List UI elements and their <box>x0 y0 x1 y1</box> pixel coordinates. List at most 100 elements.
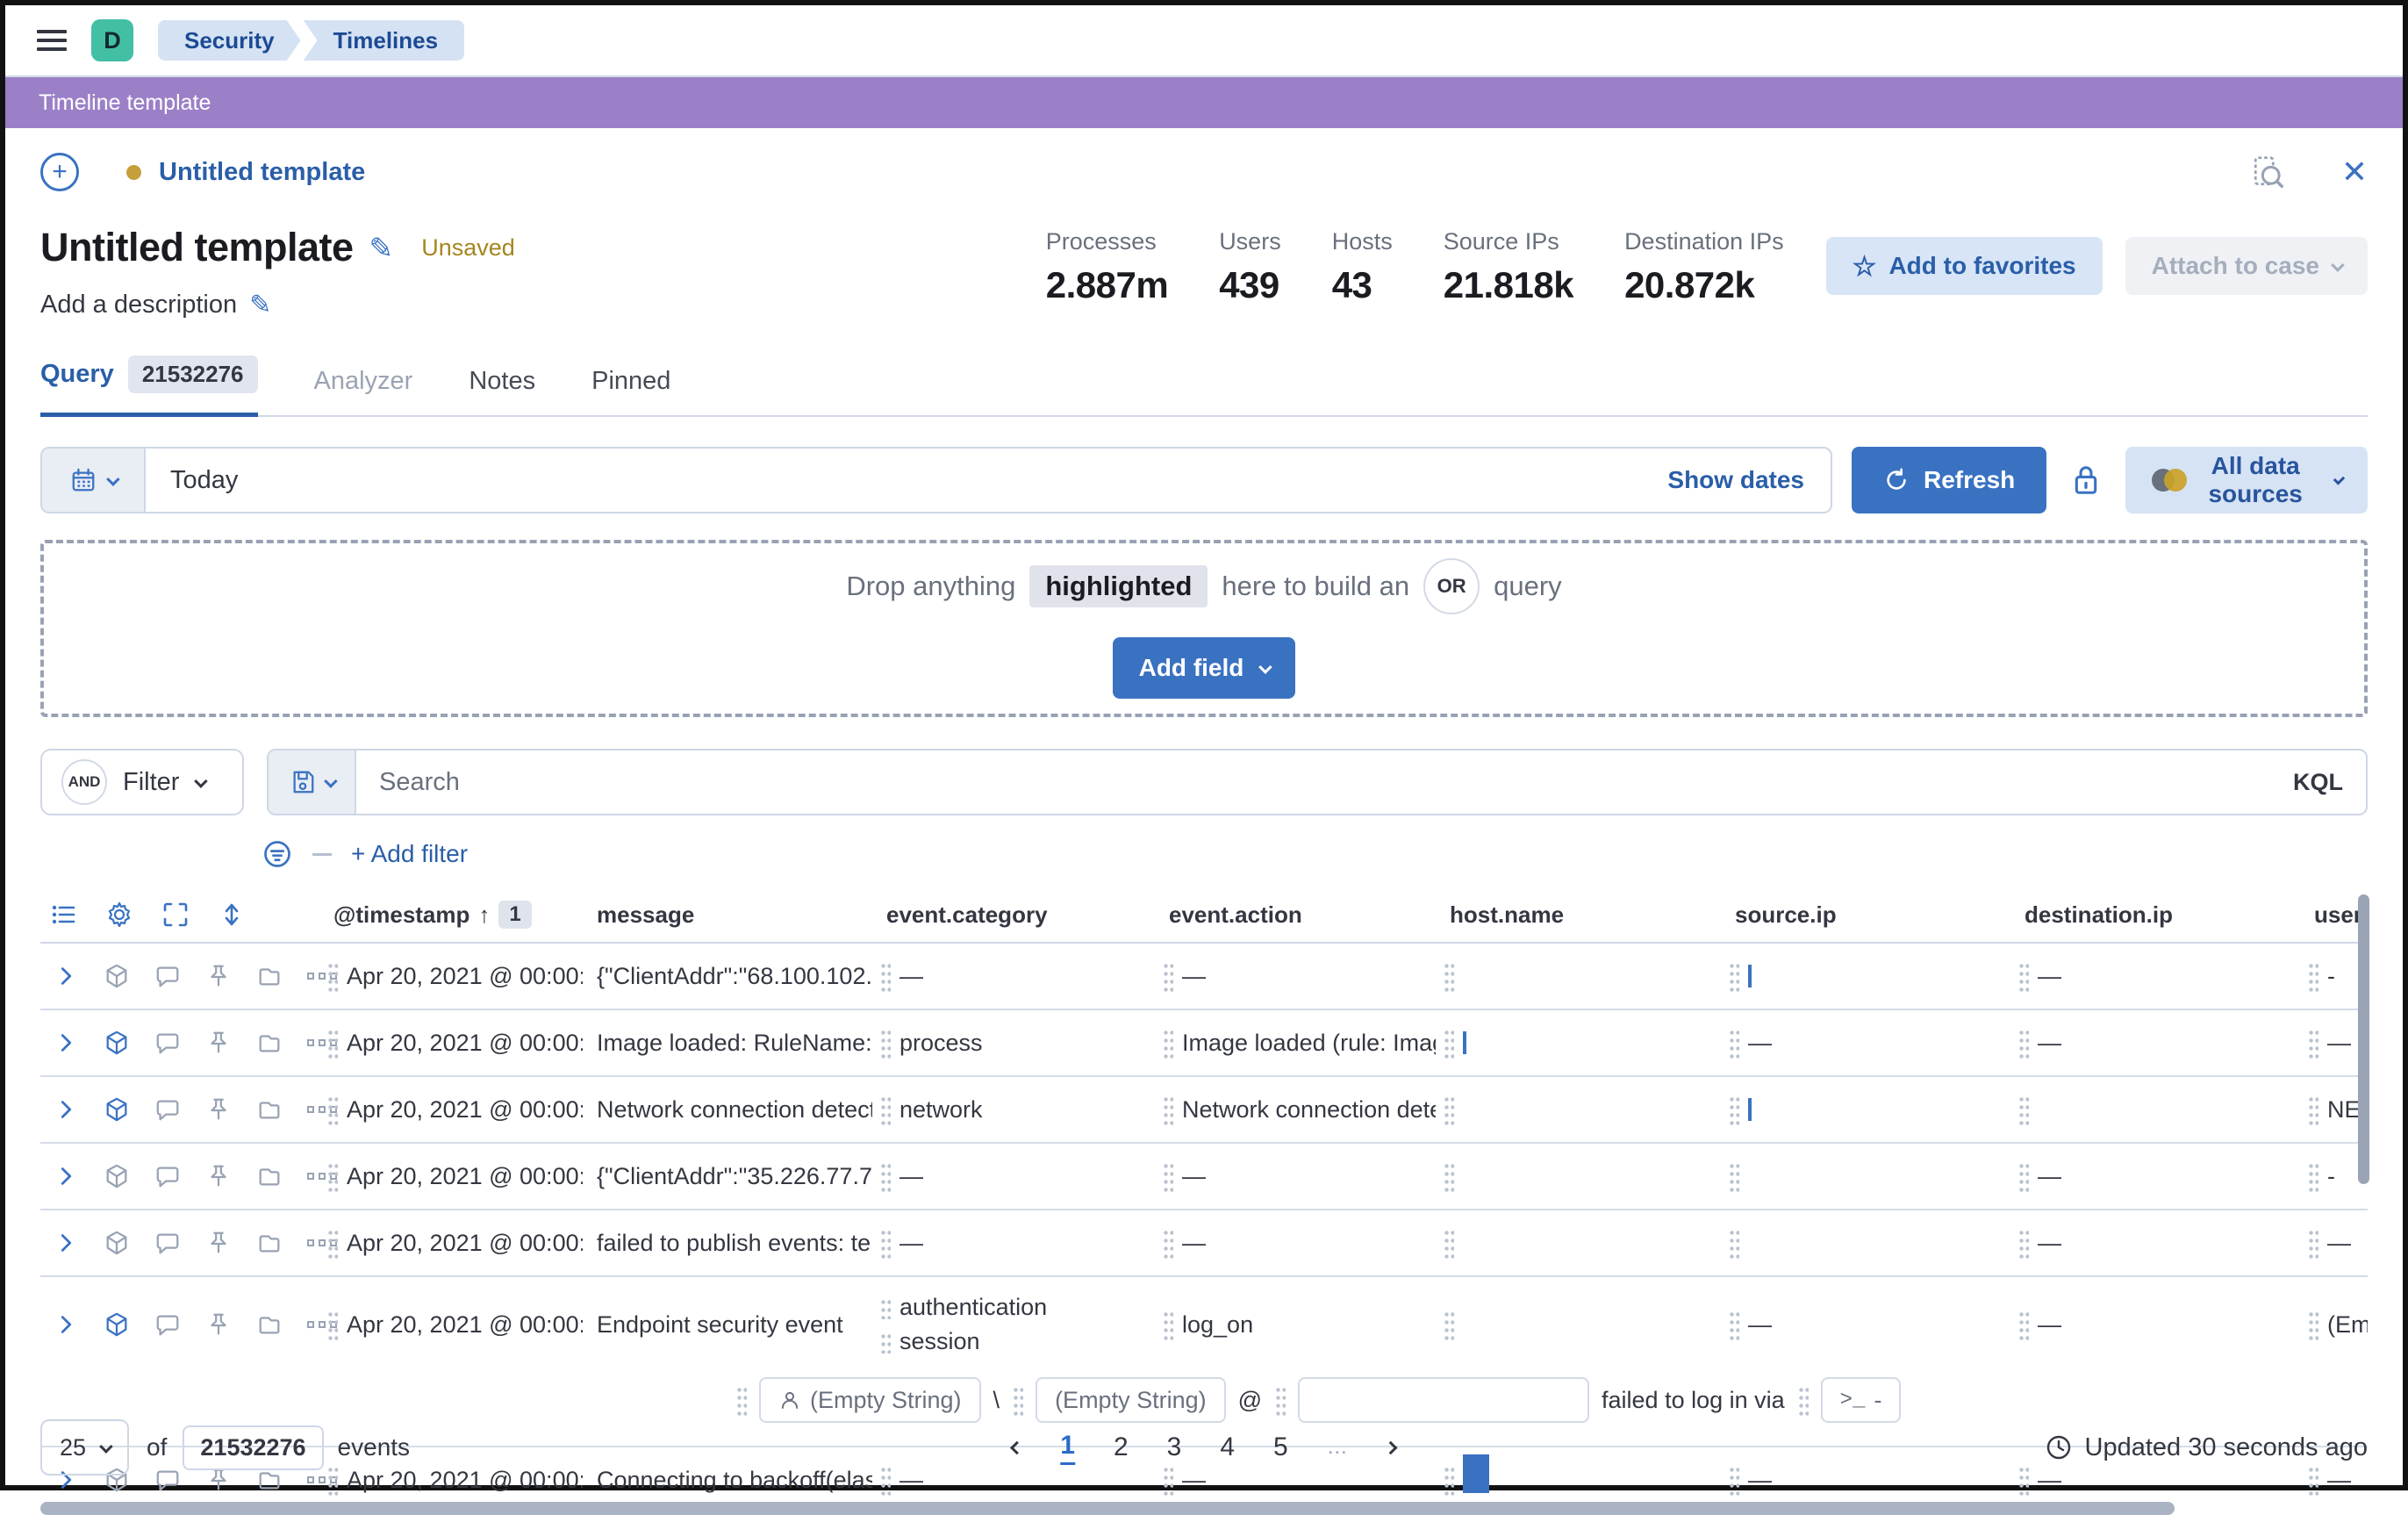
expand-row-icon[interactable] <box>53 1030 79 1056</box>
analyze-event-icon[interactable] <box>104 1230 130 1256</box>
cell-event-category[interactable]: — <box>872 1227 1155 1259</box>
cell-event-category[interactable]: network <box>872 1094 1155 1125</box>
timeline-switcher[interactable]: Untitled template <box>105 158 365 187</box>
query-drop-zone[interactable]: Drop anything highlighted here to build … <box>40 540 2368 717</box>
next-page-icon[interactable] <box>1384 1440 1398 1454</box>
cell-source-ip[interactable] <box>1721 1160 2010 1192</box>
page-2[interactable]: 2 <box>1114 1432 1129 1462</box>
tab-pinned[interactable]: Pinned <box>591 367 670 415</box>
pin-event-icon[interactable] <box>205 1030 232 1056</box>
cell-timestamp[interactable]: Apr 20, 2021 @ 00:00:00.019 <box>319 1027 583 1059</box>
notes-icon[interactable] <box>256 1230 283 1256</box>
cell-source-ip[interactable] <box>1721 960 2010 992</box>
event-renderers-icon[interactable] <box>49 901 77 929</box>
tab-analyzer[interactable]: Analyzer <box>314 367 413 415</box>
inspect-icon[interactable] <box>2250 154 2285 190</box>
add-note-icon[interactable] <box>154 1163 181 1189</box>
column-header-source-ip[interactable]: source.ip <box>1721 901 2010 929</box>
page-3[interactable]: 3 <box>1167 1432 1182 1462</box>
search-input[interactable] <box>356 768 2293 797</box>
analyze-event-icon[interactable] <box>104 1163 130 1189</box>
cell-event-action[interactable]: Network connection detec... <box>1155 1094 1436 1125</box>
edit-title-icon[interactable]: ✎ <box>369 231 394 265</box>
filter-icon[interactable] <box>262 838 293 870</box>
column-header-event-action[interactable]: event.action <box>1155 901 1436 929</box>
gear-icon[interactable] <box>105 901 133 929</box>
attach-to-case-button[interactable]: Attach to case <box>2125 237 2368 295</box>
column-header-event-category[interactable]: event.category <box>872 901 1155 929</box>
cell-event-action[interactable]: log_on <box>1155 1309 1436 1340</box>
cell-message[interactable]: Network connection detecte... <box>583 1096 872 1124</box>
rows-per-page-dropdown[interactable]: 25 <box>40 1419 129 1476</box>
avatar[interactable]: D <box>91 19 133 61</box>
expand-row-icon[interactable] <box>53 1230 79 1256</box>
close-icon[interactable]: ✕ <box>2341 156 2368 188</box>
fullscreen-icon[interactable] <box>161 901 190 929</box>
sort-fields-icon[interactable] <box>218 901 246 929</box>
cell-timestamp[interactable]: Apr 20, 2021 @ 00:00:00.133 <box>319 1227 583 1259</box>
cell-source-ip[interactable]: — <box>1721 1027 2010 1059</box>
tab-notes[interactable]: Notes <box>469 367 535 415</box>
page-1[interactable]: 1 <box>1060 1431 1075 1465</box>
column-header-message[interactable]: message <box>583 901 872 929</box>
cell-timestamp[interactable]: Apr 20, 2021 @ 00:00:00.138 <box>319 1309 583 1340</box>
notes-icon[interactable] <box>256 1030 283 1056</box>
cell-message[interactable]: {"ClientAddr":"35.226.77.71:... <box>583 1163 872 1190</box>
edit-description-icon[interactable]: ✎ <box>249 290 271 320</box>
cell-event-category[interactable]: — <box>872 960 1155 992</box>
notes-icon[interactable] <box>256 1096 283 1123</box>
cell-event-action[interactable]: — <box>1155 1227 1436 1259</box>
cell-event-action[interactable]: Image loaded (rule: Image... <box>1155 1027 1436 1059</box>
cell-user[interactable]: (Em <box>2300 1309 2368 1340</box>
expand-row-icon[interactable] <box>53 1096 79 1123</box>
cell-timestamp[interactable]: Apr 20, 2021 @ 00:00:00.015 <box>319 960 583 992</box>
description-placeholder[interactable]: Add a description <box>40 291 237 320</box>
pin-event-icon[interactable] <box>205 1311 232 1338</box>
cell-message[interactable]: Image loaded: RuleName: Ut... <box>583 1030 872 1057</box>
add-note-icon[interactable] <box>154 1096 181 1123</box>
notes-icon[interactable] <box>256 1163 283 1189</box>
add-field-button[interactable]: Add field <box>1113 637 1296 699</box>
cell-destination-ip[interactable]: — <box>2010 1227 2300 1259</box>
breadcrumb-security[interactable]: Security <box>158 20 301 61</box>
cell-host-name[interactable] <box>1436 1094 1721 1125</box>
column-header-timestamp[interactable]: @timestamp ↑ 1 <box>319 901 583 929</box>
cell-timestamp[interactable]: Apr 20, 2021 @ 00:00:00.121 <box>319 1160 583 1192</box>
cell-destination-ip[interactable]: — <box>2010 1160 2300 1192</box>
cell-timestamp[interactable]: Apr 20, 2021 @ 00:00:00.035 <box>319 1094 583 1125</box>
menu-icon[interactable] <box>37 30 67 51</box>
cell-destination-ip[interactable]: — <box>2010 960 2300 992</box>
notes-icon[interactable] <box>256 963 283 989</box>
notes-icon[interactable] <box>256 1311 283 1338</box>
column-header-destination-ip[interactable]: destination.ip <box>2010 901 2300 929</box>
cell-event-action[interactable]: — <box>1155 1160 1436 1192</box>
cell-message[interactable]: {"ClientAddr":"68.100.102.46... <box>583 963 872 990</box>
pin-event-icon[interactable] <box>205 1096 232 1123</box>
add-filter-link[interactable]: + Add filter <box>351 840 468 868</box>
refresh-button[interactable]: Refresh <box>1852 447 2046 513</box>
add-note-icon[interactable] <box>154 1030 181 1056</box>
cell-destination-ip[interactable]: — <box>2010 1027 2300 1059</box>
tab-query[interactable]: Query 21532276 <box>40 355 258 417</box>
page-4[interactable]: 4 <box>1220 1432 1235 1462</box>
add-note-icon[interactable] <box>154 963 181 989</box>
breadcrumb-timelines[interactable]: Timelines <box>304 20 464 61</box>
column-header-host-name[interactable]: host.name <box>1436 901 1721 929</box>
saved-query-menu-button[interactable] <box>269 750 356 814</box>
cell-message[interactable]: failed to publish events: tem... <box>583 1230 872 1257</box>
vertical-scrollbar[interactable] <box>2358 894 2369 1184</box>
cell-message[interactable]: Endpoint security event <box>583 1311 872 1339</box>
page-5[interactable]: 5 <box>1273 1432 1288 1462</box>
analyze-event-icon[interactable] <box>104 963 130 989</box>
horizontal-scrollbar[interactable] <box>40 1502 2175 1515</box>
new-timeline-icon[interactable]: + <box>40 153 79 191</box>
cell-host-name[interactable] <box>1436 960 1721 992</box>
pin-event-icon[interactable] <box>205 1163 232 1189</box>
cell-event-action[interactable]: — <box>1155 960 1436 992</box>
cell-event-category[interactable]: process <box>872 1027 1155 1059</box>
cell-host-name[interactable] <box>1436 1027 1721 1059</box>
date-range-value[interactable]: Today <box>146 466 1667 495</box>
show-dates-link[interactable]: Show dates <box>1667 466 1831 494</box>
cell-source-ip[interactable] <box>1721 1094 2010 1125</box>
expand-row-icon[interactable] <box>53 1311 79 1338</box>
